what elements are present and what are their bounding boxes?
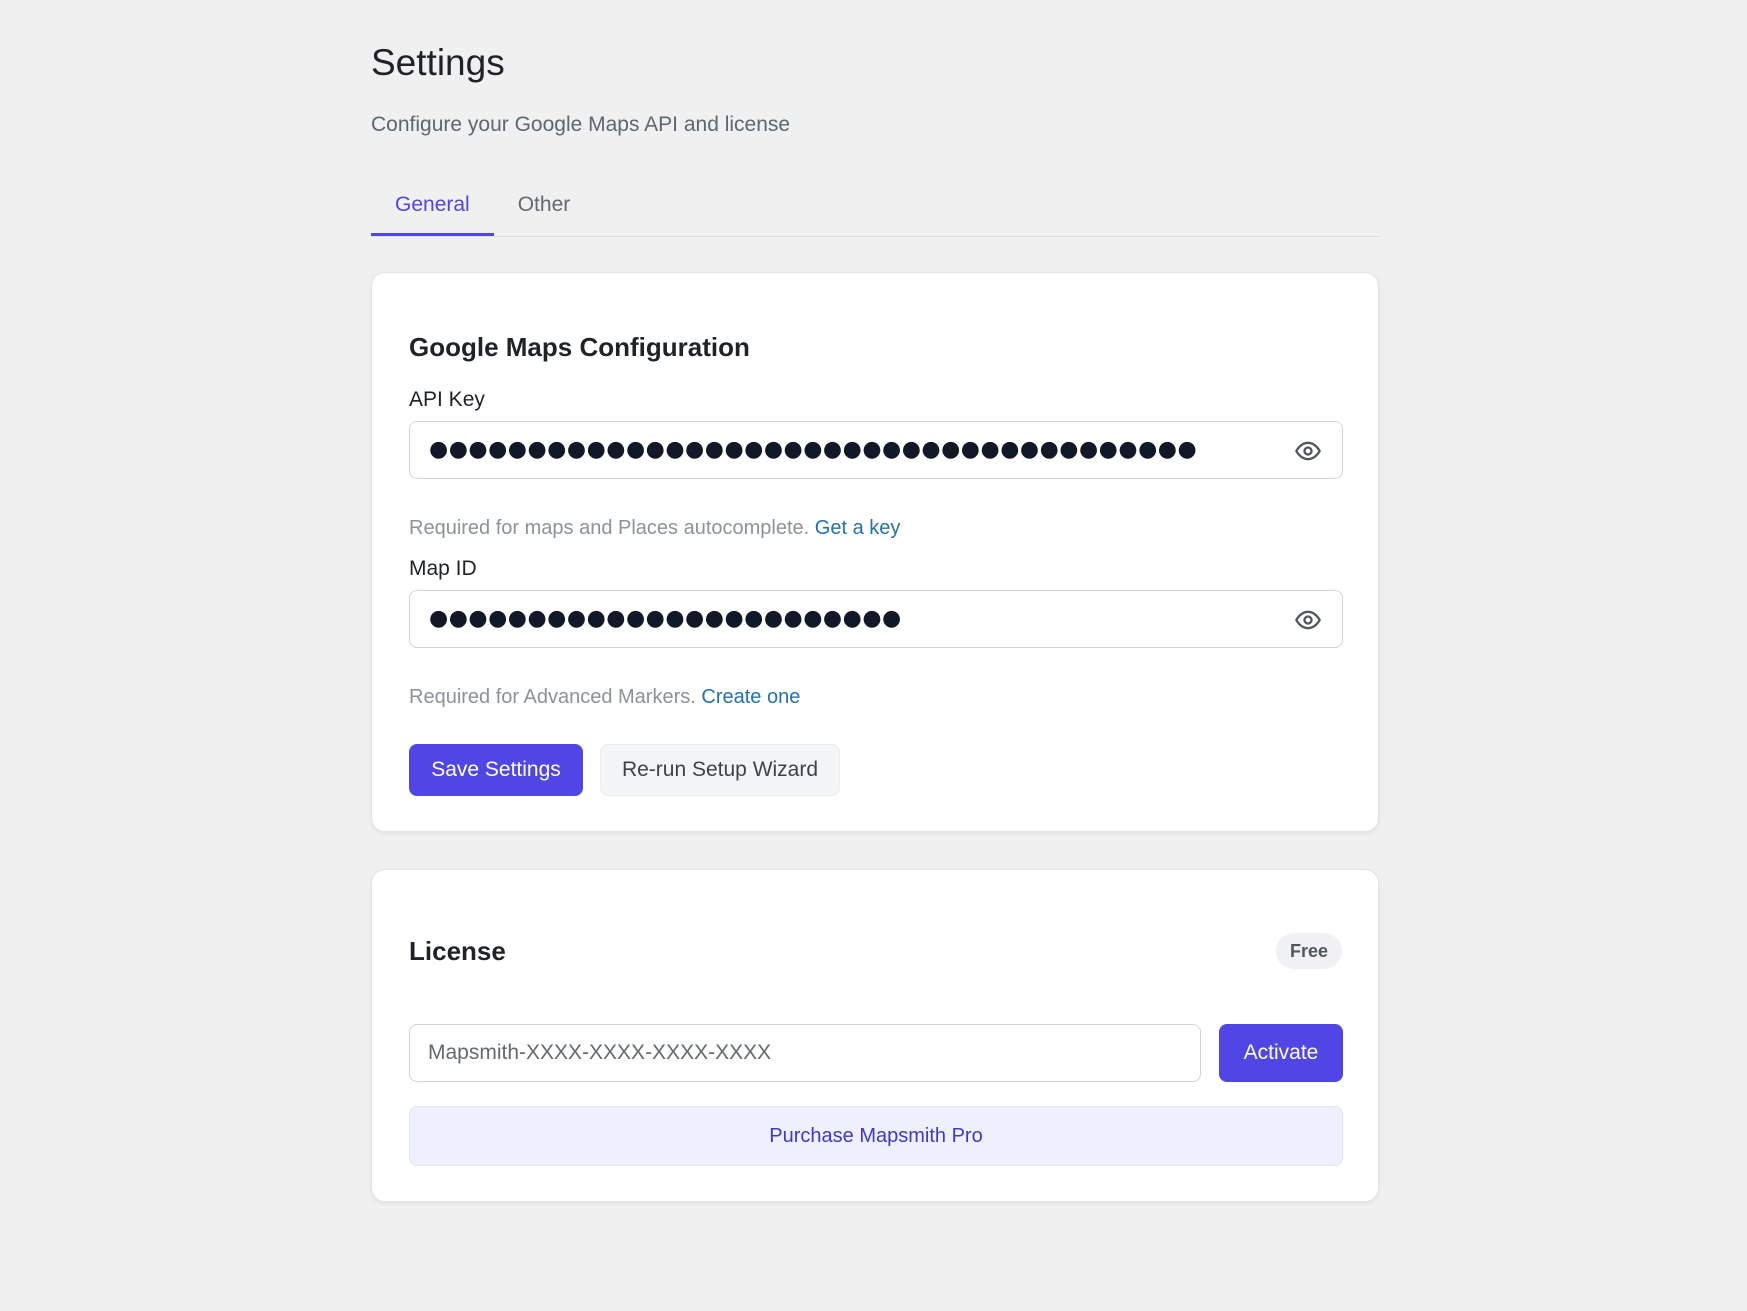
page-subtitle: Configure your Google Maps API and licen… (371, 113, 791, 136)
rerun-setup-wizard-button[interactable]: Re-run Setup Wizard (600, 744, 840, 796)
save-settings-button[interactable]: Save Settings (409, 744, 583, 796)
license-card-heading: License (409, 936, 506, 966)
map-id-field[interactable]: ●●●●●●●●●●●●●●●●●●●●●●●● (409, 590, 1343, 648)
map-id-label: Map ID (409, 557, 477, 580)
tab-other[interactable]: Other (494, 178, 595, 236)
license-card: License Free Activate Purchase Mapsmith … (371, 869, 1379, 1202)
api-key-label: API Key (409, 388, 485, 411)
api-key-help-text: Required for maps and Places autocomplet… (409, 517, 810, 539)
activate-button[interactable]: Activate (1219, 1024, 1343, 1082)
maps-card-heading: Google Maps Configuration (409, 332, 750, 362)
tab-bar: General Other (371, 178, 1379, 237)
get-key-link[interactable]: Get a key (815, 517, 901, 539)
api-key-value: ●●●●●●●●●●●●●●●●●●●●●●●●●●●●●●●●●●●●●●● (429, 437, 1198, 462)
eye-icon[interactable] (1294, 606, 1322, 634)
eye-icon[interactable] (1294, 437, 1322, 465)
license-status-badge: Free (1275, 933, 1342, 969)
map-id-help-text: Required for Advanced Markers. (409, 686, 696, 708)
purchase-pro-button[interactable]: Purchase Mapsmith Pro (409, 1106, 1343, 1166)
google-maps-card: Google Maps Configuration API Key ●●●●●●… (371, 272, 1379, 832)
tab-general[interactable]: General (371, 178, 494, 236)
api-key-help: Required for maps and Places autocomplet… (409, 515, 900, 541)
map-id-help: Required for Advanced Markers. Create on… (409, 684, 800, 710)
license-key-input[interactable] (409, 1024, 1201, 1082)
map-id-value: ●●●●●●●●●●●●●●●●●●●●●●●● (429, 606, 902, 631)
page-title: Settings (371, 42, 505, 83)
create-one-link[interactable]: Create one (701, 686, 800, 708)
api-key-field[interactable]: ●●●●●●●●●●●●●●●●●●●●●●●●●●●●●●●●●●●●●●● (409, 421, 1343, 479)
